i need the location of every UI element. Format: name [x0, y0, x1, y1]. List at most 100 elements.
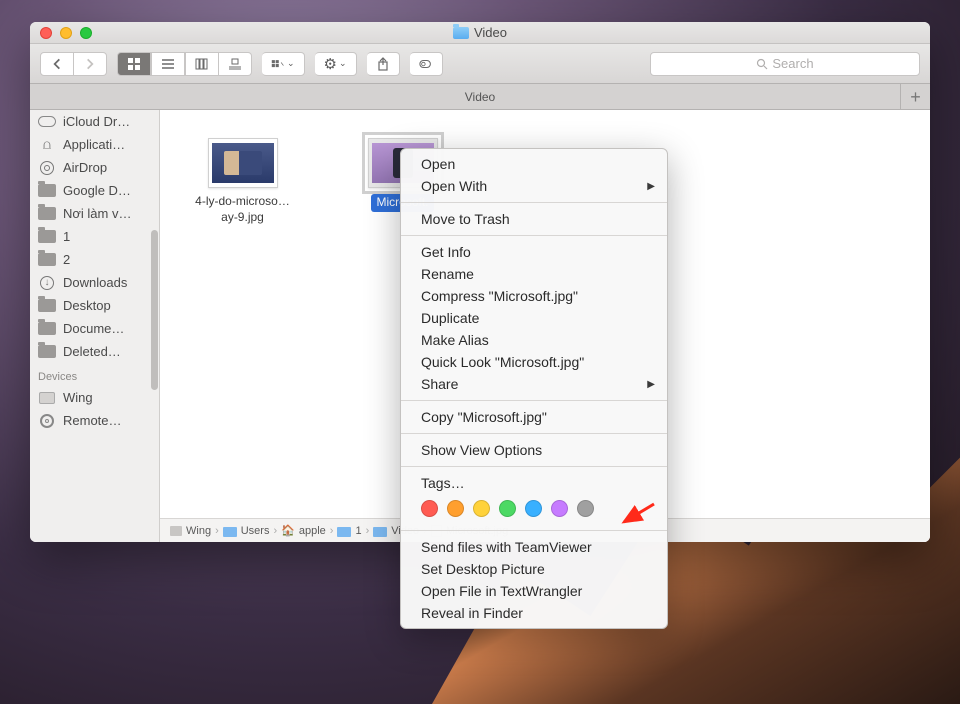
menu-view-options[interactable]: Show View Options [401, 439, 667, 461]
sidebar-section-devices: Devices [30, 363, 159, 386]
coverflow-view-button[interactable] [219, 52, 252, 76]
menu-textwrangler[interactable]: Open File in TextWrangler [401, 580, 667, 602]
sidebar-item[interactable]: Downloads [30, 271, 159, 294]
menu-separator [401, 202, 667, 203]
tab-bar: Video + [30, 84, 930, 110]
sidebar-item[interactable]: 2 [30, 248, 159, 271]
new-tab-button[interactable]: + [900, 84, 930, 110]
menu-make-alias[interactable]: Make Alias [401, 329, 667, 351]
search-placeholder: Search [772, 56, 813, 71]
window-titlebar[interactable]: Video [30, 22, 930, 44]
sidebar-device-item[interactable]: Remote… [30, 409, 159, 432]
path-segment[interactable]: Wing [186, 525, 211, 537]
window-title-text: Video [474, 25, 507, 40]
tag-color-dot[interactable] [551, 500, 568, 517]
folder-icon [337, 527, 351, 537]
menu-teamviewer[interactable]: Send files with TeamViewer [401, 536, 667, 558]
file-thumbnail[interactable] [208, 138, 278, 188]
tags-button[interactable] [410, 52, 443, 76]
folder-icon [38, 322, 56, 335]
search-input[interactable]: Search [650, 52, 920, 76]
tag-color-dot[interactable] [473, 500, 490, 517]
menu-separator [401, 433, 667, 434]
share-button[interactable] [367, 52, 400, 76]
file-name-label[interactable]: 4-ly-do-microso…ay-9.jpg [190, 194, 295, 225]
sidebar-item[interactable]: Nơi làm v… [30, 202, 159, 225]
menu-separator [401, 235, 667, 236]
folder-icon [38, 345, 56, 358]
fullscreen-window-button[interactable] [80, 27, 92, 39]
menu-reveal-finder[interactable]: Reveal in Finder [401, 602, 667, 624]
sidebar-item[interactable]: AirDrop [30, 156, 159, 179]
menu-get-info[interactable]: Get Info [401, 241, 667, 263]
folder-icon [38, 253, 56, 266]
sidebar-item-label: Deleted… [63, 344, 121, 359]
menu-share[interactable]: Share [401, 373, 667, 395]
toolbar: ⌄ ⚙⌄ Search [30, 44, 930, 84]
sidebar-item[interactable]: 1 [30, 225, 159, 248]
menu-set-desktop[interactable]: Set Desktop Picture [401, 558, 667, 580]
menu-rename[interactable]: Rename [401, 263, 667, 285]
sidebar-item-label: Desktop [63, 298, 111, 313]
minimize-window-button[interactable] [60, 27, 72, 39]
tag-color-dot[interactable] [447, 500, 464, 517]
view-mode-buttons [117, 52, 252, 76]
menu-move-to-trash[interactable]: Move to Trash [401, 208, 667, 230]
icon-view-button[interactable] [117, 52, 151, 76]
sidebar-item-label: Applicati… [63, 137, 125, 152]
menu-tags-label: Tags… [401, 472, 667, 494]
sidebar-item[interactable]: iCloud Dr… [30, 110, 159, 133]
sidebar-item-label: Nơi làm v… [63, 206, 131, 221]
download-icon [40, 276, 54, 290]
menu-quick-look[interactable]: Quick Look "Microsoft.jpg" [401, 351, 667, 373]
column-view-button[interactable] [185, 52, 219, 76]
forward-button[interactable] [74, 52, 107, 76]
sidebar-item[interactable]: Google D… [30, 179, 159, 202]
path-segment[interactable]: 1 [355, 525, 361, 537]
window-title: Video [30, 25, 930, 40]
hdd-icon [170, 526, 182, 536]
back-button[interactable] [40, 52, 74, 76]
menu-compress[interactable]: Compress "Microsoft.jpg" [401, 285, 667, 307]
folder-icon [38, 299, 56, 312]
close-window-button[interactable] [40, 27, 52, 39]
folder-icon [38, 207, 56, 220]
sidebar-item-label: Wing [63, 390, 93, 405]
list-view-button[interactable] [151, 52, 185, 76]
file-item[interactable]: 4-ly-do-microso…ay-9.jpg [190, 138, 295, 225]
tag-color-dot[interactable] [577, 500, 594, 517]
path-separator: › [215, 525, 219, 537]
action-button[interactable]: ⚙⌄ [315, 52, 357, 76]
airdrop-icon [40, 161, 54, 175]
menu-separator [401, 530, 667, 531]
folder-icon [453, 27, 469, 39]
menu-duplicate[interactable]: Duplicate [401, 307, 667, 329]
arrange-button[interactable]: ⌄ [262, 52, 305, 76]
sidebar-item[interactable]: Desktop [30, 294, 159, 317]
folder-icon [223, 527, 237, 537]
menu-copy[interactable]: Copy "Microsoft.jpg" [401, 406, 667, 428]
sidebar-item-label: Docume… [63, 321, 124, 336]
path-segment[interactable]: Users [241, 525, 270, 537]
folder-icon [373, 527, 387, 537]
nav-buttons [40, 52, 107, 76]
menu-separator [401, 400, 667, 401]
tag-color-dot[interactable] [421, 500, 438, 517]
sidebar-item[interactable]: ⩍Applicati… [30, 133, 159, 156]
tag-color-dot[interactable] [499, 500, 516, 517]
folder-icon [38, 184, 56, 197]
cloud-icon [38, 116, 56, 127]
menu-open[interactable]: Open [401, 153, 667, 175]
sidebar-device-item[interactable]: Wing [30, 386, 159, 409]
path-segment[interactable]: apple [299, 525, 326, 537]
sidebar-item-label: Google D… [63, 183, 131, 198]
sidebar-scrollbar[interactable] [151, 230, 158, 390]
sidebar-item[interactable]: Deleted… [30, 340, 159, 363]
sidebar-item[interactable]: Docume… [30, 317, 159, 340]
folder-icon [38, 230, 56, 243]
tab-label[interactable]: Video [465, 90, 495, 104]
hdd-icon [39, 392, 55, 404]
path-separator: › [330, 525, 334, 537]
tag-color-dot[interactable] [525, 500, 542, 517]
menu-open-with[interactable]: Open With [401, 175, 667, 197]
